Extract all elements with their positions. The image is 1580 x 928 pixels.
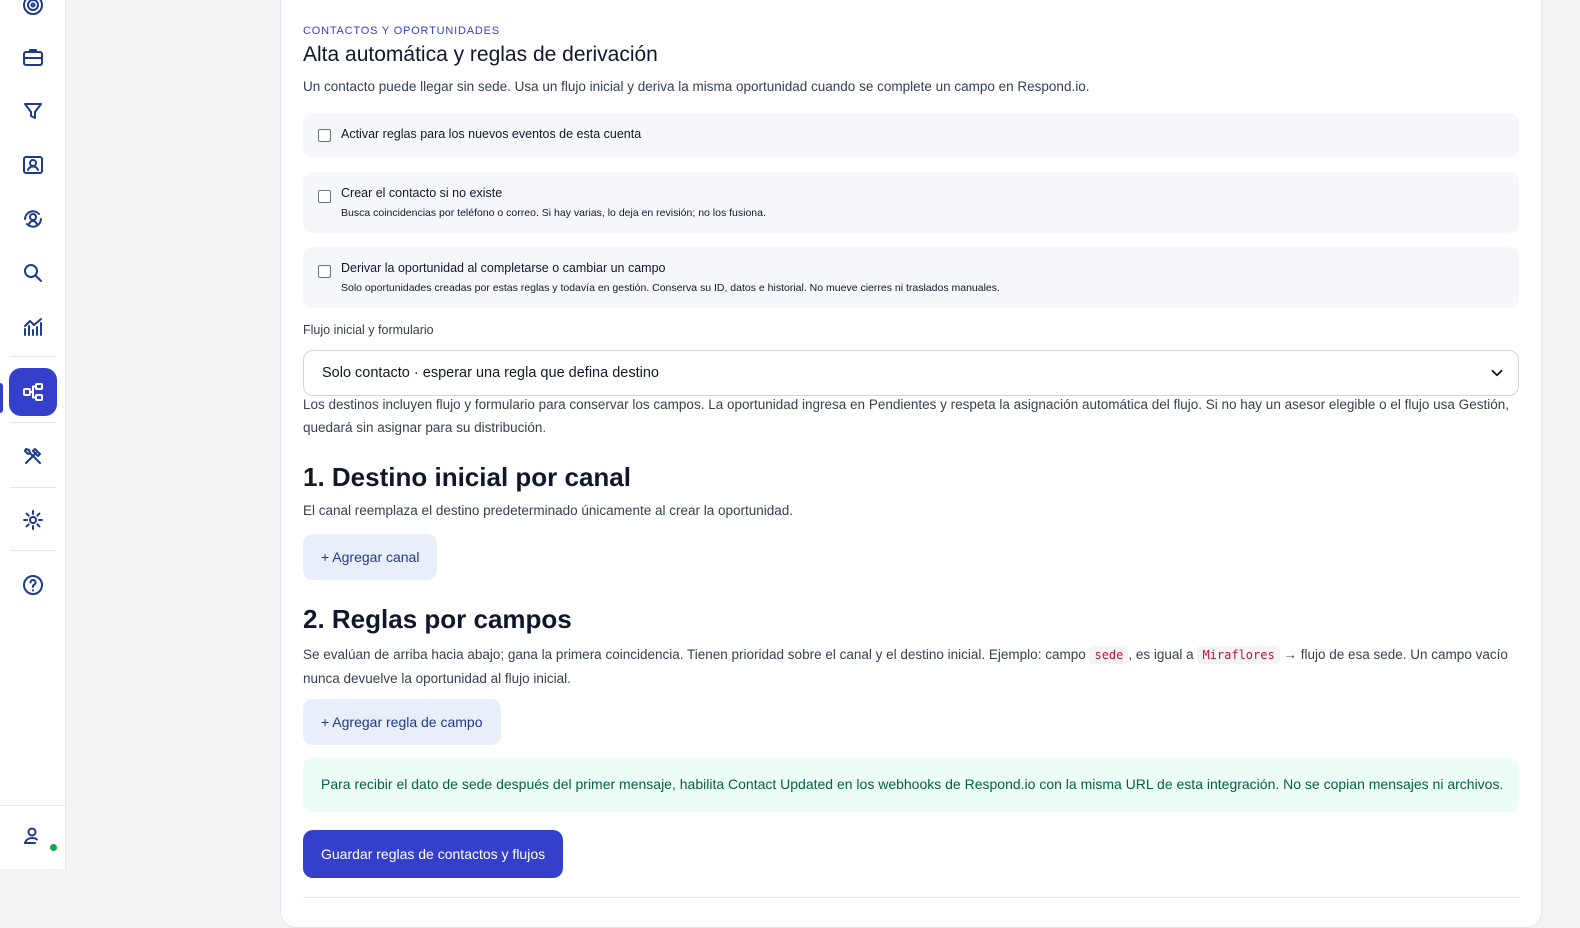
contact-card-icon — [23, 156, 43, 174]
section-description: Un contacto puede llegar sin sede. Usa u… — [303, 79, 1090, 94]
fields-desc-text: Se evalúan de arriba hacia abajo; gana l… — [303, 647, 1086, 662]
sidebar-divider — [10, 422, 56, 423]
target-icon — [23, 0, 43, 15]
flow-select[interactable]: Solo contacto · esperar una regla que de… — [303, 350, 1519, 396]
option-hint: Solo oportunidades creadas por estas reg… — [341, 282, 1000, 294]
sidebar-item-filter[interactable] — [9, 87, 57, 135]
sidebar-divider — [10, 356, 56, 357]
user-icon — [24, 827, 38, 844]
notice-text: Para recibir el dato de sede después del… — [321, 776, 1504, 792]
fields-desc-text: , es igual a — [1128, 647, 1194, 662]
user-menu[interactable] — [0, 805, 66, 869]
flow-select-value: Solo contacto · esperar una regla que de… — [322, 365, 659, 381]
gear-icon — [23, 510, 43, 530]
sidebar-item-flows[interactable] — [9, 368, 57, 416]
option-activate-rules[interactable]: Activar reglas para los nuevos eventos d… — [303, 113, 1519, 158]
online-status-dot — [49, 843, 58, 852]
user-sync-icon — [24, 210, 42, 228]
sidebar-item-target[interactable] — [9, 0, 57, 29]
channel-heading: 1. Destino inicial por canal — [303, 462, 631, 492]
sidebar-divider — [10, 550, 56, 551]
chart-icon — [24, 318, 42, 336]
sidebar-divider — [10, 487, 56, 488]
fields-description: Se evalúan de arriba hacia abajo; gana l… — [303, 643, 1519, 690]
sidebar-item-reports[interactable] — [9, 303, 57, 351]
user-account-button[interactable] — [9, 812, 58, 860]
sidebar — [0, 0, 66, 869]
channel-description: El canal reemplaza el destino predetermi… — [303, 503, 794, 518]
chevron-down-icon — [1488, 364, 1506, 382]
fields-heading: 2. Reglas por campos — [303, 604, 572, 634]
section-eyebrow: CONTACTOS Y OPORTUNIDADES — [303, 25, 500, 37]
tools-icon — [24, 448, 41, 464]
add-channel-button[interactable]: + Agregar canal — [303, 534, 438, 580]
add-field-rule-button[interactable]: + Agregar regla de campo — [303, 699, 501, 745]
option-label: Crear el contacto si no existe — [341, 186, 503, 200]
search-icon — [24, 264, 42, 282]
option-derive-opportunity[interactable]: Derivar la oportunidad al completarse o … — [303, 247, 1519, 308]
flow-icon — [23, 383, 43, 401]
option-label: Derivar la oportunidad al completarse o … — [341, 261, 666, 275]
sidebar-item-help[interactable] — [9, 561, 57, 609]
help-icon — [23, 575, 43, 595]
webhook-notice: Para recibir el dato de sede después del… — [303, 758, 1519, 812]
sidebar-item-briefcase[interactable] — [9, 33, 57, 81]
option-hint: Busca coincidencias por teléfono o corre… — [341, 207, 766, 219]
divider — [303, 897, 1519, 898]
option-label: Activar reglas para los nuevos eventos d… — [341, 127, 642, 141]
briefcase-icon — [23, 49, 43, 66]
derive-opportunity-checkbox[interactable] — [318, 265, 331, 278]
sidebar-item-tools[interactable] — [9, 432, 57, 480]
activate-rules-checkbox[interactable] — [318, 129, 331, 142]
sidebar-item-contacts[interactable] — [9, 141, 57, 189]
flow-note: Los destinos incluyen flujo y formulario… — [303, 397, 1509, 435]
code-field-value: Miraflores — [1197, 646, 1280, 664]
active-indicator — [0, 383, 3, 413]
option-create-contact[interactable]: Crear el contacto si no existe Busca coi… — [303, 172, 1519, 233]
section-title: Alta automática y reglas de derivación — [303, 43, 658, 66]
sidebar-item-settings[interactable] — [9, 496, 57, 544]
code-field-name: sede — [1089, 646, 1129, 664]
sidebar-item-user-sync[interactable] — [9, 195, 57, 243]
sidebar-item-search[interactable] — [9, 249, 57, 297]
filter-icon — [24, 103, 42, 119]
create-contact-checkbox[interactable] — [318, 190, 331, 203]
flow-select-label: Flujo inicial y formulario — [303, 323, 434, 337]
save-rules-button[interactable]: Guardar reglas de contactos y flujos — [303, 830, 564, 878]
